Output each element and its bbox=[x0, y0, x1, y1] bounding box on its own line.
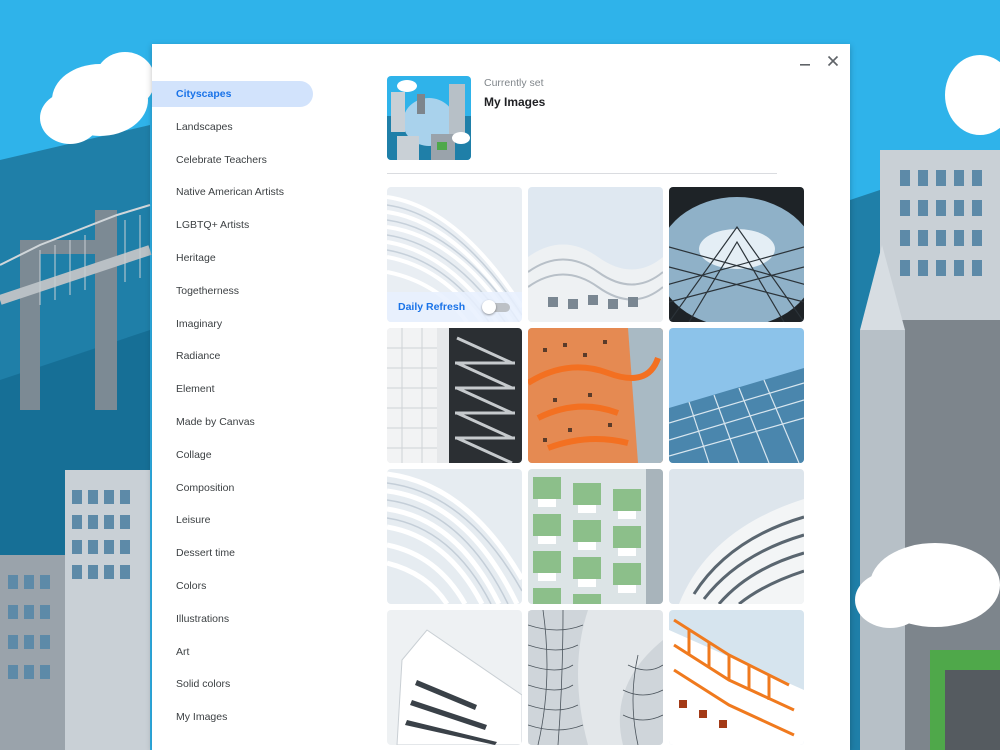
sidebar-item-cityscapes[interactable]: Cityscapes bbox=[152, 81, 313, 107]
sidebar-item-radiance[interactable]: Radiance bbox=[152, 343, 317, 369]
minimize-button[interactable] bbox=[794, 50, 816, 72]
sidebar-item-composition[interactable]: Composition bbox=[152, 475, 317, 501]
window-controls bbox=[794, 50, 844, 72]
currently-set-label: Currently set bbox=[484, 77, 544, 89]
wallpaper-tile[interactable] bbox=[387, 610, 522, 745]
sidebar-item-celebrate-teachers[interactable]: Celebrate Teachers bbox=[152, 147, 317, 173]
sidebar-item-element[interactable]: Element bbox=[152, 376, 317, 402]
wallpaper-grid: Daily Refresh bbox=[387, 187, 804, 745]
wallpaper-picker-window: Cityscapes Landscapes Celebrate Teachers… bbox=[152, 44, 850, 750]
sidebar-item-illustrations[interactable]: Illustrations bbox=[152, 606, 317, 632]
wallpaper-tile[interactable]: Daily Refresh bbox=[387, 187, 522, 322]
sidebar-item-heritage[interactable]: Heritage bbox=[152, 245, 317, 271]
daily-refresh-bar: Daily Refresh bbox=[387, 292, 522, 322]
sidebar-item-my-images[interactable]: My Images bbox=[152, 704, 317, 730]
collections-sidebar: Cityscapes Landscapes Celebrate Teachers… bbox=[152, 81, 317, 737]
section-divider bbox=[387, 173, 777, 174]
wallpaper-tile[interactable] bbox=[387, 328, 522, 463]
daily-refresh-label: Daily Refresh bbox=[398, 301, 466, 313]
current-wallpaper-thumbnail bbox=[387, 76, 471, 160]
wallpaper-tile[interactable] bbox=[669, 187, 804, 322]
sidebar-item-collage[interactable]: Collage bbox=[152, 442, 317, 468]
wallpaper-tile[interactable] bbox=[528, 187, 663, 322]
minimize-icon bbox=[800, 64, 810, 66]
sidebar-item-made-by-canvas[interactable]: Made by Canvas bbox=[152, 409, 317, 435]
close-button[interactable] bbox=[822, 50, 844, 72]
sidebar-item-dessert-time[interactable]: Dessert time bbox=[152, 540, 317, 566]
sidebar-item-togetherness[interactable]: Togetherness bbox=[152, 278, 317, 304]
wallpaper-tile[interactable] bbox=[528, 328, 663, 463]
sidebar-item-art[interactable]: Art bbox=[152, 639, 317, 665]
sidebar-item-lgbtq-artists[interactable]: LGBTQ+ Artists bbox=[152, 212, 317, 238]
daily-refresh-toggle[interactable] bbox=[482, 300, 510, 314]
sidebar-item-landscapes[interactable]: Landscapes bbox=[152, 114, 317, 140]
sidebar-item-native-american-artists[interactable]: Native American Artists bbox=[152, 179, 317, 205]
wallpaper-tile[interactable] bbox=[669, 469, 804, 604]
sidebar-item-leisure[interactable]: Leisure bbox=[152, 507, 317, 533]
wallpaper-tile[interactable] bbox=[528, 469, 663, 604]
sidebar-item-imaginary[interactable]: Imaginary bbox=[152, 311, 317, 337]
wallpaper-tile[interactable] bbox=[387, 469, 522, 604]
sidebar-item-colors[interactable]: Colors bbox=[152, 573, 317, 599]
current-wallpaper-name: My Images bbox=[484, 95, 546, 109]
wallpaper-tile[interactable] bbox=[669, 328, 804, 463]
close-icon bbox=[827, 55, 839, 67]
toggle-knob bbox=[482, 300, 496, 314]
wallpaper-tile[interactable] bbox=[528, 610, 663, 745]
sidebar-item-solid-colors[interactable]: Solid colors bbox=[152, 671, 317, 697]
wallpaper-tile[interactable] bbox=[669, 610, 804, 745]
